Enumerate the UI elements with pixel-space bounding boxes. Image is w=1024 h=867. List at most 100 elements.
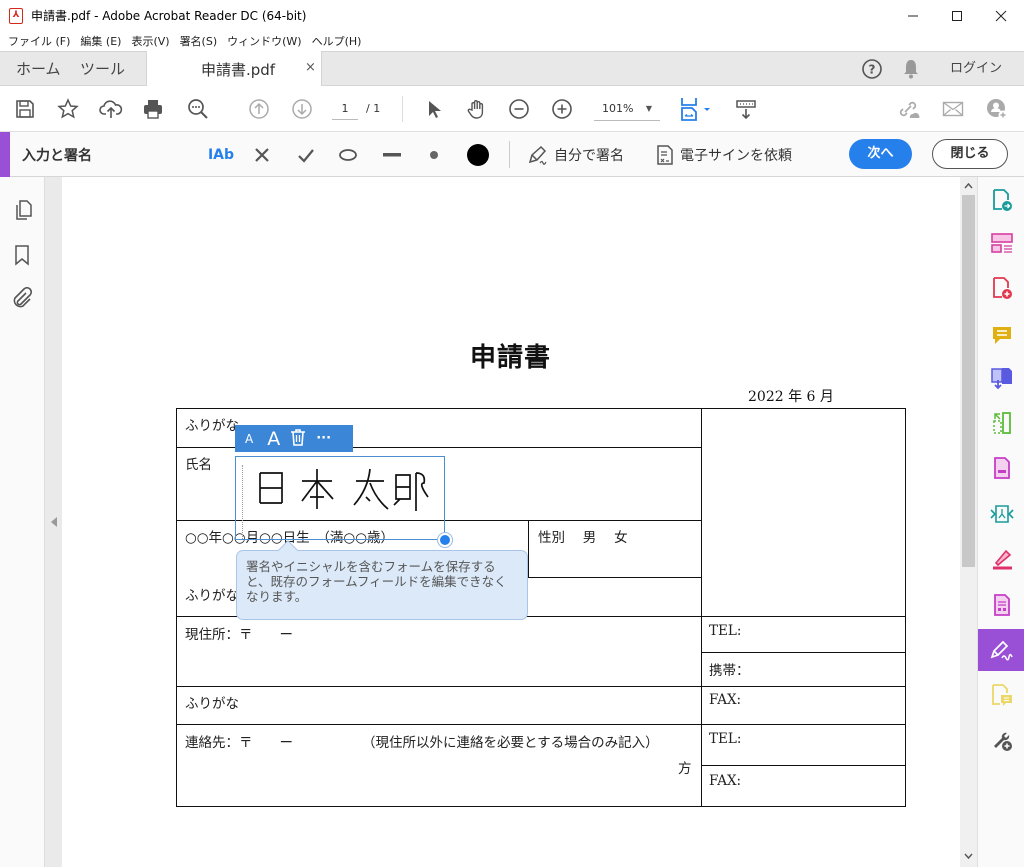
scrollbar-thumb[interactable] xyxy=(962,195,975,567)
help-icon[interactable]: ? xyxy=(861,58,883,84)
login-button[interactable]: ログイン xyxy=(950,52,1002,86)
close-window-button[interactable] xyxy=(978,0,1024,31)
furigana-address-label: ふりがな xyxy=(185,588,239,604)
notification-bell-icon[interactable] xyxy=(901,58,921,84)
menu-file[interactable]: ファイル (F) xyxy=(8,33,70,49)
read-mode-icon[interactable] xyxy=(733,86,759,132)
maximize-button[interactable] xyxy=(934,0,980,31)
check-mark-tool[interactable] xyxy=(294,132,318,177)
menu-help[interactable]: ヘルプ(H) xyxy=(312,33,362,49)
fill-sign-title: 入力と署名 xyxy=(22,148,92,164)
furigana-label: ふりがな xyxy=(185,418,239,434)
send-review-icon[interactable] xyxy=(978,493,1024,535)
comment-icon[interactable] xyxy=(978,314,1024,356)
close-tab-icon[interactable]: × xyxy=(305,60,316,75)
tab-document[interactable]: 申請書.pdf × xyxy=(146,51,322,87)
fill-sign-divider xyxy=(509,141,510,168)
highlight-pen-icon[interactable] xyxy=(978,538,1024,580)
fit-page-icon[interactable] xyxy=(676,86,716,132)
select-arrow-icon[interactable] xyxy=(422,86,446,132)
toolbar-divider xyxy=(402,96,403,122)
form-icon[interactable] xyxy=(978,584,1024,626)
table-row-divider xyxy=(701,765,906,766)
line-tool[interactable] xyxy=(380,132,404,177)
color-swatch-black xyxy=(467,143,489,166)
signature-field[interactable]: 日本 太郎 xyxy=(235,456,445,540)
delete-icon[interactable] xyxy=(290,428,306,450)
hand-tool-icon[interactable] xyxy=(464,86,490,132)
signature-resize-handle[interactable] xyxy=(438,533,452,547)
bookmarks-icon[interactable] xyxy=(14,244,30,270)
text-tool-icon: IAb xyxy=(207,146,235,163)
export-pdf-icon[interactable] xyxy=(978,179,1024,221)
page-number-input[interactable]: 1 xyxy=(332,100,358,120)
attachments-icon[interactable] xyxy=(11,286,33,313)
tab-home[interactable]: ホーム xyxy=(16,52,61,86)
document-viewport xyxy=(62,177,960,867)
ellipse-icon xyxy=(339,148,357,161)
minimize-button[interactable] xyxy=(890,0,936,31)
table-border-left xyxy=(176,408,177,807)
menu-bar: ファイル (F) 編集 (E) 表示(V) 署名(S) ウィンドウ(W) ヘルプ… xyxy=(0,31,1024,51)
contact-fax-label: FAX: xyxy=(709,773,742,789)
create-pdf-icon[interactable] xyxy=(978,267,1024,309)
close-fill-sign-button[interactable]: 閉じる xyxy=(932,139,1008,169)
send-comment-icon[interactable] xyxy=(978,674,1024,716)
fill-sign-icon[interactable] xyxy=(978,629,1024,671)
page-down-icon[interactable] xyxy=(289,86,315,132)
menu-edit[interactable]: 編集 (E) xyxy=(80,33,121,49)
more-tools-icon[interactable] xyxy=(978,719,1024,761)
address-label: 現住所：〒 ー xyxy=(185,627,293,643)
scroll-down-icon[interactable] xyxy=(964,853,973,860)
more-options-button[interactable]: ··· xyxy=(316,431,331,446)
edit-pdf-icon[interactable] xyxy=(978,447,1024,489)
page-thumbnails-icon[interactable] xyxy=(13,199,33,225)
share-link-icon[interactable] xyxy=(896,86,922,132)
compress-pdf-icon[interactable] xyxy=(978,402,1024,444)
save-icon[interactable] xyxy=(12,86,38,132)
search-zoom-icon[interactable] xyxy=(185,86,211,132)
right-tools-rail xyxy=(977,177,1024,867)
cross-icon xyxy=(255,147,269,162)
color-picker[interactable] xyxy=(463,132,493,177)
add-user-icon[interactable] xyxy=(984,86,1010,132)
zoom-in-icon[interactable] xyxy=(549,86,575,132)
print-icon[interactable] xyxy=(140,86,166,132)
table-row-divider xyxy=(701,652,906,653)
tooltip-text: 署名やイニシャルを含むフォームを保存すると、既存のフォームフィールドを編集できな… xyxy=(246,559,507,604)
gender-label: 性別 男 女 xyxy=(538,530,628,546)
decrease-size-button[interactable]: A xyxy=(245,432,253,446)
menu-sign[interactable]: 署名(S) xyxy=(180,33,218,49)
chevron-down-icon: ▼ xyxy=(645,104,652,113)
combine-files-icon[interactable] xyxy=(978,357,1024,399)
next-button[interactable]: 次へ xyxy=(849,139,912,169)
zoom-out-icon[interactable] xyxy=(506,86,532,132)
increase-size-button[interactable]: A xyxy=(267,428,280,450)
tab-tools[interactable]: ツール xyxy=(80,52,125,86)
vertical-scrollbar[interactable] xyxy=(960,177,977,867)
cloud-upload-icon[interactable] xyxy=(98,86,124,132)
page-up-icon[interactable] xyxy=(246,86,272,132)
main-toolbar: 1 / 1 101% ▼ xyxy=(0,86,1024,132)
cross-mark-tool[interactable] xyxy=(250,132,274,177)
table-border-top xyxy=(176,408,906,409)
menu-view[interactable]: 表示(V) xyxy=(131,33,169,49)
dot-tool[interactable] xyxy=(424,132,444,177)
circle-tool[interactable] xyxy=(336,132,360,177)
organize-pages-icon[interactable] xyxy=(978,222,1024,264)
scroll-up-icon[interactable] xyxy=(964,182,973,189)
mobile-label: 携帯： xyxy=(709,663,750,679)
bookmark-star-icon[interactable] xyxy=(55,86,81,132)
table-border-right xyxy=(905,408,906,807)
zoom-level-value: 101% xyxy=(602,102,634,115)
zoom-level-select[interactable]: 101% ▼ xyxy=(594,99,660,121)
tel-label: TEL: xyxy=(709,623,742,639)
add-text-tool[interactable]: IAb xyxy=(204,132,238,177)
request-signature-button[interactable]: 電子サインを依頼 xyxy=(656,132,796,177)
email-icon[interactable] xyxy=(940,86,966,132)
menu-window[interactable]: ウィンドウ(W) xyxy=(227,33,301,49)
left-panel-collapse-gutter[interactable] xyxy=(45,177,62,867)
gender-cell-divider xyxy=(528,520,529,578)
expand-left-panel-icon[interactable] xyxy=(50,516,58,528)
self-sign-button[interactable]: 自分で署名 xyxy=(526,132,634,177)
